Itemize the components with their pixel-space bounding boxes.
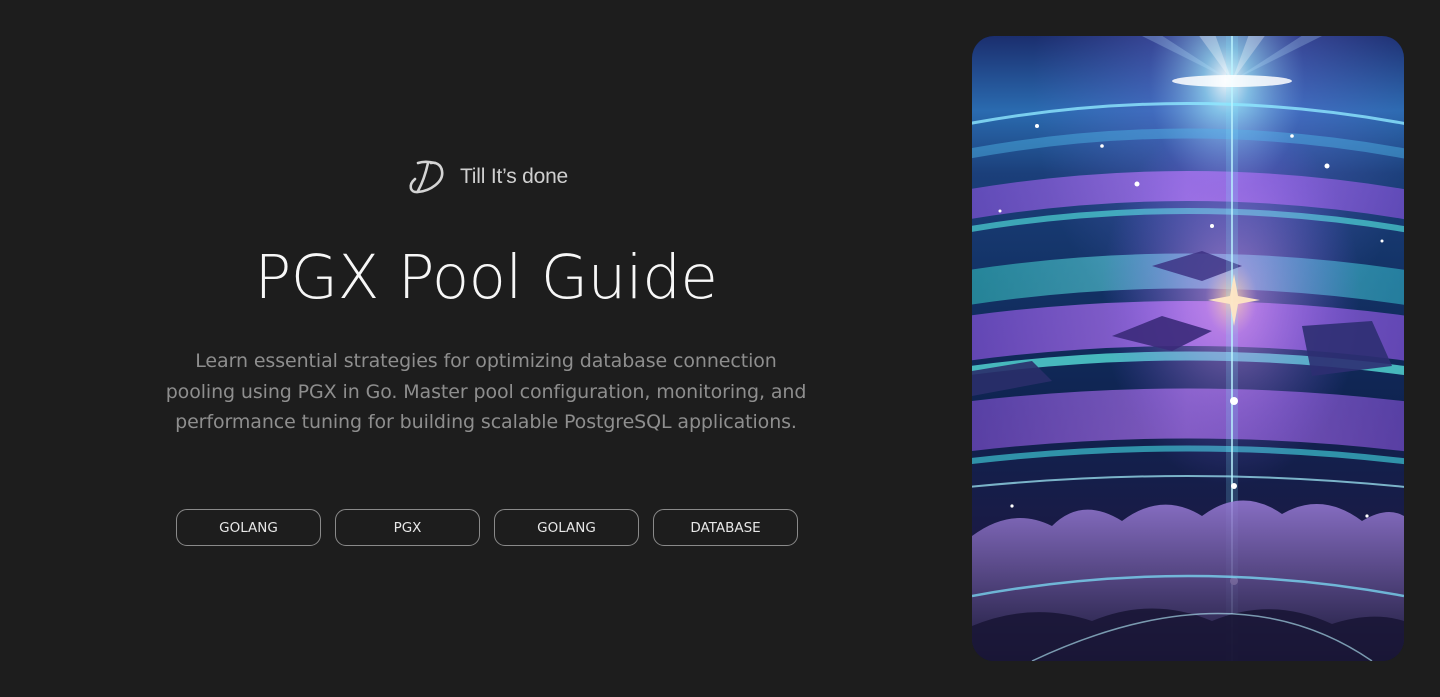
page: Till It’s done PGX Pool Guide Learn esse… [0, 0, 1440, 697]
tag-pgx[interactable]: PGX [335, 509, 480, 546]
td-monogram-icon [409, 160, 444, 194]
page-title: PGX Pool Guide [254, 242, 718, 313]
tag-golang-2[interactable]: GOLANG [494, 509, 639, 546]
brand[interactable]: Till It’s done [140, 152, 832, 202]
brand-name: Till It’s done [459, 165, 569, 188]
tag-list: GOLANG PGX GOLANG DATABASE [176, 509, 798, 546]
tag-database[interactable]: DATABASE [653, 509, 798, 546]
tag-golang[interactable]: GOLANG [176, 509, 321, 546]
cosmic-landscape-illustration [972, 36, 1404, 661]
hero-image [972, 36, 1404, 661]
article-description: Learn essential strategies for optimizin… [165, 350, 807, 433]
article-header: Till It’s done PGX Pool Guide Learn esse… [140, 0, 832, 697]
